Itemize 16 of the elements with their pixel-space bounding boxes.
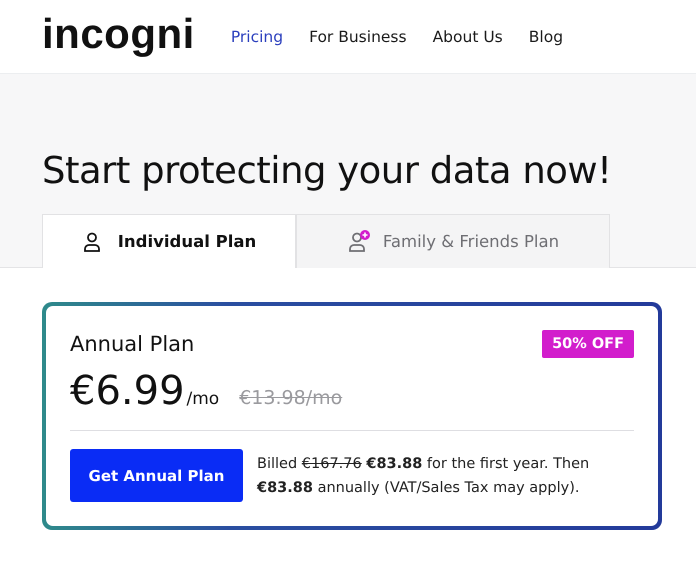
old-price: €13.98/mo bbox=[239, 387, 342, 409]
add-person-icon bbox=[346, 230, 371, 254]
price: €6.99 bbox=[70, 368, 185, 414]
nav-link[interactable]: Blog bbox=[528, 28, 564, 46]
nav-link[interactable]: About Us bbox=[432, 28, 503, 46]
plan-title: Annual Plan bbox=[70, 332, 194, 356]
nav-link[interactable]: Pricing bbox=[230, 28, 284, 46]
discount-badge: 50% OFF bbox=[542, 330, 634, 358]
page-heading: Start protecting your data now! bbox=[42, 149, 613, 192]
get-plan-button[interactable]: Get Annual Plan bbox=[70, 449, 243, 502]
price-unit: /mo bbox=[186, 389, 220, 409]
nav-link[interactable]: For Business bbox=[309, 28, 407, 46]
plan-tab[interactable]: Family & Friends Plan bbox=[296, 214, 610, 268]
logo[interactable]: incogni bbox=[42, 10, 195, 58]
plan-tab[interactable]: Individual Plan bbox=[42, 214, 296, 268]
billing-text: Billed €167.76 €83.88 for the first year. Then €83.88 annually (VAT/Sales Tax may apply). bbox=[257, 454, 590, 498]
